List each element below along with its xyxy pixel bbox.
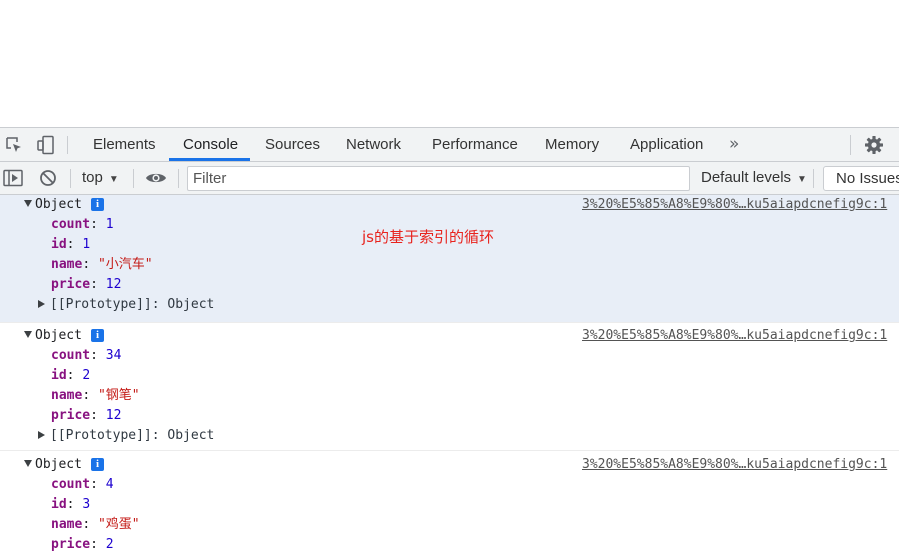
more-tabs-icon[interactable]: » [729, 128, 739, 161]
show-sidebar-icon[interactable] [2, 162, 24, 194]
caret-down-icon: ▼ [108, 174, 119, 185]
object-property: price: 2 [51, 537, 114, 552]
source-link[interactable]: 3%20%E5%85%A8%E9%80%…ku5aiapdcnefig9c:1 [582, 195, 887, 215]
object-property: name: "小汽车" [51, 257, 153, 272]
object-property: count: 4 [51, 477, 114, 492]
collapsed-triangle-icon[interactable] [38, 300, 45, 308]
tabbar-divider [850, 135, 851, 155]
tab-console[interactable]: Console [183, 128, 238, 161]
source-link[interactable]: 3%20%E5%85%A8%E9%80%…ku5aiapdcnefig9c:1 [582, 455, 887, 475]
tab-memory[interactable]: Memory [545, 128, 599, 161]
toolbar-divider [70, 169, 71, 188]
caret-down-icon: ▼ [797, 174, 807, 185]
expand-triangle-icon[interactable] [24, 331, 32, 338]
settings-gear-icon[interactable] [863, 128, 885, 161]
console-message: Object i 3%20%E5%85%A8%E9%80%…ku5aiapdcne… [0, 323, 899, 451]
expand-triangle-icon[interactable] [24, 200, 32, 207]
log-levels-dropdown[interactable]: Default levels ▼ [701, 162, 807, 194]
log-levels-label: Default levels [701, 169, 792, 186]
tab-network[interactable]: Network [346, 128, 401, 161]
toolbar-divider [133, 169, 134, 188]
console-message: Object i 3%20%E5%85%A8%E9%80%…ku5aiapdcne… [0, 451, 899, 556]
info-icon[interactable]: i [90, 458, 104, 471]
info-icon[interactable]: i [90, 329, 104, 342]
source-link[interactable]: 3%20%E5%85%A8%E9%80%…ku5aiapdcnefig9c:1 [582, 326, 887, 346]
toolbar-divider [178, 169, 179, 188]
tabbar-divider [67, 136, 68, 154]
live-expression-eye-icon[interactable] [144, 162, 168, 194]
context-label: top [82, 169, 103, 186]
object-property: name: "钢笔" [51, 388, 140, 403]
prototype-row[interactable]: [[Prototype]]: Object [0, 426, 899, 446]
console-message: Object i 3%20%E5%85%A8%E9%80%…ku5aiapdcne… [0, 195, 899, 323]
object-property: price: 12 [51, 277, 122, 292]
object-property: count: 34 [51, 348, 122, 363]
toolbar-divider [813, 169, 814, 188]
console-toolbar: top ▼ Default levels ▼ No Issues [0, 162, 899, 195]
issues-button[interactable]: No Issues [823, 166, 899, 191]
object-label: Object [35, 328, 82, 343]
tab-sources[interactable]: Sources [265, 128, 320, 161]
object-property: id: 2 [51, 368, 91, 383]
context-selector[interactable]: top ▼ [82, 162, 119, 194]
object-label: Object [35, 457, 82, 472]
tab-performance[interactable]: Performance [432, 128, 518, 161]
clear-console-icon[interactable] [38, 162, 58, 194]
tab-application[interactable]: Application [630, 128, 703, 161]
devtools-tabbar: Elements Console Sources Network Perform… [0, 127, 899, 162]
object-property: id: 3 [51, 497, 91, 512]
collapsed-triangle-icon[interactable] [38, 431, 45, 439]
filter-box [187, 166, 690, 191]
info-icon[interactable]: i [90, 198, 104, 211]
object-label: Object [35, 197, 82, 212]
object-property: price: 12 [51, 408, 122, 423]
console-messages: Object i 3%20%E5%85%A8%E9%80%…ku5aiapdcne… [0, 195, 899, 556]
filter-input[interactable] [188, 167, 689, 190]
page-viewport [0, 0, 899, 127]
tab-elements[interactable]: Elements [93, 128, 156, 161]
object-property: name: "鸡蛋" [51, 517, 140, 532]
annotation-text: js的基于索引的循环 [362, 228, 494, 246]
prototype-row[interactable]: [[Prototype]]: Object [0, 295, 899, 315]
device-toolbar-icon[interactable] [35, 128, 57, 161]
active-tab-indicator [169, 158, 250, 161]
expand-triangle-icon[interactable] [24, 460, 32, 467]
inspect-element-icon[interactable] [3, 128, 25, 161]
